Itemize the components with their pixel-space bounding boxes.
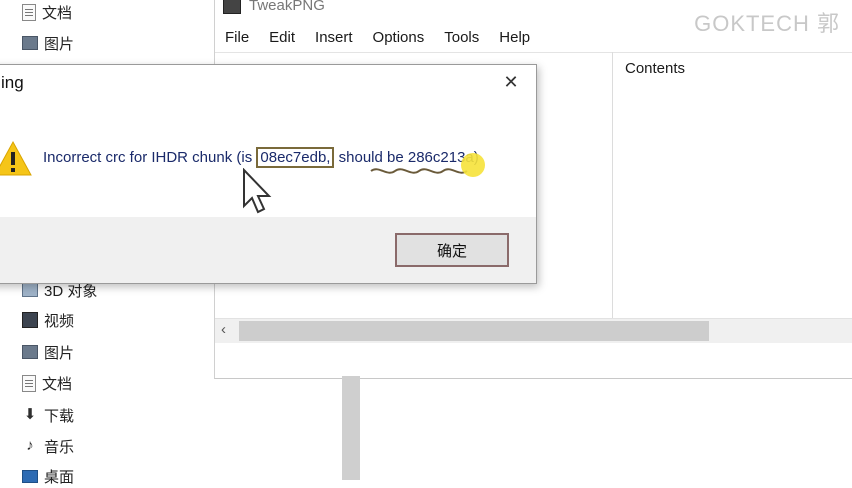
window-title: TweakPNG bbox=[223, 0, 325, 16]
pictures-icon bbox=[22, 345, 38, 359]
app-icon bbox=[223, 0, 241, 14]
videos-icon bbox=[22, 312, 38, 328]
warning-icon bbox=[0, 140, 32, 176]
sidebar-item-label: 图片 bbox=[44, 344, 75, 362]
scroll-left-icon[interactable]: ‹ bbox=[221, 321, 226, 338]
sidebar-item-label: 桌面 bbox=[44, 468, 75, 486]
column-divider[interactable] bbox=[612, 52, 613, 318]
sidebar-item-label: 图片 bbox=[44, 35, 75, 53]
menu-edit[interactable]: Edit bbox=[259, 26, 305, 50]
sidebar-item-pictures[interactable]: 图片 bbox=[22, 31, 74, 55]
sidebar-item-label: 文档 bbox=[42, 4, 73, 22]
menu-bar: File Edit Insert Options Tools Help bbox=[215, 26, 540, 50]
sidebar-item-documents-2[interactable]: 文档 bbox=[22, 371, 72, 395]
message-prefix: Incorrect crc for IHDR chunk (is bbox=[43, 149, 257, 166]
sidebar-item-label: 文档 bbox=[42, 375, 73, 393]
download-icon: ⬇ bbox=[23, 406, 37, 423]
dialog-title: ing bbox=[1, 73, 24, 92]
sidebar-item-label: 音乐 bbox=[44, 438, 75, 456]
scrollbar-thumb[interactable] bbox=[239, 321, 709, 341]
crc-actual-highlight: 08ec7edb, bbox=[256, 147, 335, 168]
sidebar-item-videos[interactable]: 视频 bbox=[22, 308, 74, 332]
menu-tools[interactable]: Tools bbox=[434, 26, 489, 50]
sidebar-item-label: 视频 bbox=[44, 312, 75, 330]
sidebar-item-music[interactable]: ♪ 音乐 bbox=[22, 434, 74, 458]
annotation-squiggle bbox=[370, 168, 468, 174]
document-icon bbox=[22, 374, 36, 392]
vertical-scrollbar[interactable] bbox=[342, 376, 360, 480]
contents-column-header[interactable]: Contents bbox=[625, 60, 685, 77]
document-icon bbox=[22, 3, 36, 21]
menu-insert[interactable]: Insert bbox=[305, 26, 363, 50]
close-icon[interactable]: ✕ bbox=[496, 69, 526, 95]
menu-options[interactable]: Options bbox=[363, 26, 435, 50]
sidebar-item-documents[interactable]: 文档 bbox=[22, 0, 72, 24]
desktop-icon bbox=[22, 469, 38, 483]
horizontal-scrollbar[interactable]: ‹ bbox=[215, 318, 852, 343]
watermark: GOKTECH 郭 bbox=[694, 11, 840, 36]
menu-file[interactable]: File bbox=[215, 26, 259, 50]
mouse-pointer-icon bbox=[243, 168, 272, 214]
sidebar-item-pictures-2[interactable]: 图片 bbox=[22, 340, 74, 364]
3d-objects-icon bbox=[22, 283, 38, 297]
cursor-highlight bbox=[461, 153, 485, 177]
ok-button[interactable]: 确定 bbox=[395, 233, 509, 267]
menu-help[interactable]: Help bbox=[489, 26, 540, 50]
pictures-icon bbox=[22, 36, 38, 50]
window-title-text: TweakPNG bbox=[249, 0, 325, 14]
music-icon: ♪ bbox=[26, 437, 34, 454]
sidebar-item-downloads[interactable]: ⬇ 下载 bbox=[22, 403, 74, 427]
sidebar-item-desktop[interactable]: 桌面 bbox=[22, 464, 74, 488]
sidebar-item-label: 下载 bbox=[44, 407, 75, 425]
